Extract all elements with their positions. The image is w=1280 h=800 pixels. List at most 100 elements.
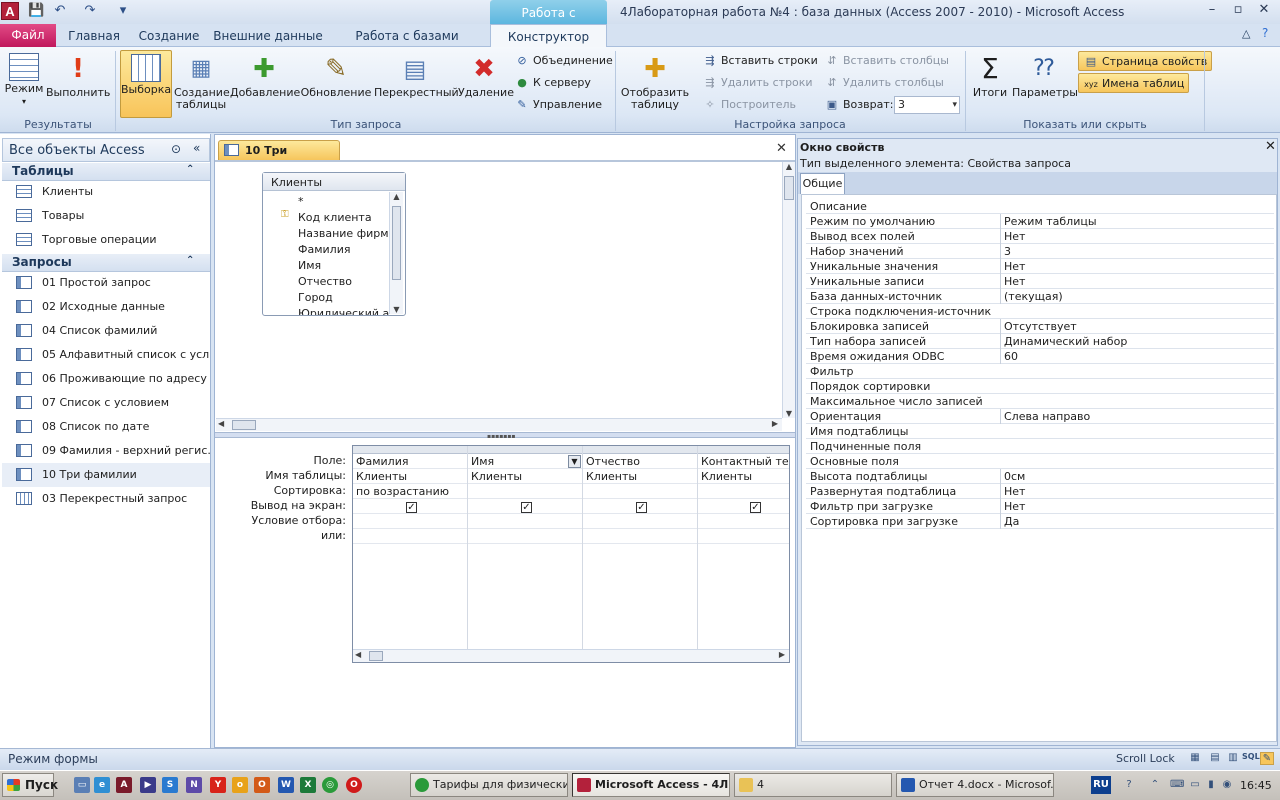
property-value[interactable]: Нет	[1000, 259, 1274, 274]
field-item[interactable]: Фамилия	[298, 243, 350, 256]
nav-pane-header[interactable]: Все объекты Access ⊙ «	[2, 138, 210, 162]
column-selector[interactable]	[353, 446, 467, 454]
nav-section-tables[interactable]: Таблицы ⌃	[2, 163, 210, 181]
ok-icon[interactable]: o	[232, 777, 248, 793]
document-tab[interactable]: 10 Три фамилии	[218, 140, 340, 176]
property-row[interactable]: Описание	[806, 199, 1274, 214]
grid-cell-criteria[interactable]	[468, 514, 582, 529]
media-player-icon[interactable]: ▶	[140, 777, 156, 793]
help-icon[interactable]: ?	[1122, 778, 1136, 792]
tab-general[interactable]: Общие	[800, 173, 845, 194]
taskbar-task-chrome[interactable]: Тарифы для физически...	[410, 773, 568, 797]
append-query-button[interactable]: ✚ Добавление	[230, 50, 300, 118]
grid-column[interactable]: Фамилия Клиенты по возрастанию ✓	[353, 446, 468, 649]
nav-query-item[interactable]: 02 Исходные данные	[2, 295, 210, 319]
chrome-icon[interactable]: ◎	[322, 777, 338, 793]
field-item[interactable]: Имя	[298, 259, 321, 272]
grid-cell-table[interactable]: Клиенты	[468, 469, 582, 484]
column-selector[interactable]	[583, 446, 697, 454]
access-quicklaunch-icon[interactable]: A	[116, 777, 132, 793]
outlook-express-icon[interactable]: O	[254, 777, 270, 793]
taskbar-task-word[interactable]: Отчет 4.docx - Microsof...	[896, 773, 1054, 797]
undo-icon[interactable]: ↶	[52, 3, 68, 19]
property-value[interactable]: (текущая)	[1000, 289, 1274, 304]
nav-query-item[interactable]: 07 Список с условием	[2, 391, 210, 415]
field-list-scrollbar[interactable]: ▲ ▼	[389, 192, 403, 314]
property-row[interactable]: База данных-источник (текущая)	[806, 289, 1274, 304]
grid-cell-table[interactable]: Клиенты	[698, 469, 789, 484]
property-value[interactable]: Слева направо	[1000, 409, 1274, 424]
scroll-thumb[interactable]	[232, 420, 256, 430]
grid-cell-table[interactable]: Клиенты	[353, 469, 467, 484]
show-checkbox[interactable]: ✓	[406, 502, 417, 513]
delete-rows-button[interactable]: ⇶ Удалить строки	[702, 73, 812, 93]
table-pane-vertical-scrollbar[interactable]: ▲ ▼	[782, 162, 795, 418]
property-value[interactable]: 0см	[1000, 469, 1274, 484]
property-row[interactable]: Уникальные значения Нет	[806, 259, 1274, 274]
save-icon[interactable]: 💾	[28, 3, 44, 19]
builder-button[interactable]: ✧ Построитель	[702, 95, 796, 115]
table-names-button[interactable]: xyz Имена таблиц	[1078, 73, 1190, 93]
grid-cell-or[interactable]	[353, 529, 467, 544]
nav-query-item[interactable]: 05 Алфавитный список с усл...	[2, 343, 210, 367]
property-row[interactable]: Сортировка при загрузке Да	[806, 514, 1274, 529]
word-icon[interactable]: W	[278, 777, 294, 793]
property-row[interactable]: Порядок сортировки	[806, 379, 1274, 394]
grid-cell-show[interactable]: ✓	[698, 499, 789, 514]
field-item[interactable]: Юридический адрес	[298, 307, 389, 315]
property-row[interactable]: Ориентация Слева направо	[806, 409, 1274, 424]
insert-columns-button[interactable]: ⇵ Вставить столбцы	[824, 51, 949, 71]
property-value[interactable]: 3	[1000, 244, 1274, 259]
datasheet-view-icon[interactable]: ▦	[1188, 752, 1202, 765]
minimize-button[interactable]: –	[1200, 1, 1224, 21]
nav-query-item-selected[interactable]: 10 Три фамилии	[2, 463, 210, 487]
delete-query-button[interactable]: ✖ Удаление	[458, 50, 514, 118]
property-row[interactable]: Максимальное число записей	[806, 394, 1274, 409]
field-item[interactable]: *	[298, 195, 304, 208]
close-document-icon[interactable]: ✕	[776, 141, 787, 156]
show-table-button[interactable]: ✚ Отобразить таблицу	[620, 50, 690, 118]
field-item[interactable]: Код клиента	[298, 211, 372, 224]
grid-column[interactable]: Отчество Клиенты ✓	[583, 446, 698, 649]
keyboard-icon[interactable]: ⌨	[1170, 778, 1184, 792]
grid-cell-field[interactable]: Отчество	[583, 454, 697, 469]
field-item[interactable]: Отчество	[298, 275, 352, 288]
view-button[interactable]: Режим ▾	[4, 50, 44, 118]
grid-cell-field[interactable]: Контактный телефон	[698, 454, 789, 469]
property-value[interactable]: 60	[1000, 349, 1274, 364]
close-property-sheet-icon[interactable]: ✕	[1265, 139, 1276, 154]
chevron-down-icon[interactable]: ▾	[952, 97, 957, 113]
tab-designer[interactable]: Конструктор	[490, 24, 607, 48]
nav-section-queries[interactable]: Запросы ⌃	[2, 254, 210, 272]
union-query-button[interactable]: ⊘ Объединение	[514, 51, 612, 71]
scroll-thumb[interactable]	[369, 651, 383, 661]
pivot-table-view-icon[interactable]: ▤	[1208, 752, 1222, 765]
insert-rows-button[interactable]: ⇶ Вставить строки	[702, 51, 817, 71]
internet-explorer-icon[interactable]: e	[94, 777, 110, 793]
grid-cell-criteria[interactable]	[583, 514, 697, 529]
nav-table-operations[interactable]: Торговые операции	[2, 228, 210, 252]
property-row[interactable]: Режим по умолчанию Режим таблицы	[806, 214, 1274, 229]
delete-columns-button[interactable]: ⇵ Удалить столбцы	[824, 73, 943, 93]
taskbar-task-access[interactable]: Microsoft Access - 4Л...	[572, 773, 730, 797]
return-values-combo[interactable]: 3 ▾	[894, 96, 960, 114]
data-definition-button[interactable]: ✎ Управление	[514, 95, 602, 115]
property-row[interactable]: Основные поля	[806, 454, 1274, 469]
excel-icon[interactable]: X	[300, 777, 316, 793]
show-checkbox[interactable]: ✓	[636, 502, 647, 513]
grid-cell-sort[interactable]	[698, 484, 789, 499]
access-app-icon[interactable]: A	[1, 2, 19, 20]
grid-cell-sort[interactable]	[583, 484, 697, 499]
nav-query-item[interactable]: 09 Фамилия - верхний регис...	[2, 439, 210, 463]
property-row[interactable]: Развернутая подтаблица Нет	[806, 484, 1274, 499]
nav-query-item[interactable]: 03 Перекрестный запрос	[2, 487, 210, 511]
property-row[interactable]: Набор значений 3	[806, 244, 1274, 259]
grid-cell-or[interactable]	[698, 529, 789, 544]
grid-cell-or[interactable]	[583, 529, 697, 544]
property-row[interactable]: Имя подтаблицы	[806, 424, 1274, 439]
grid-column[interactable]: Имя ▼ Клиенты ✓	[468, 446, 583, 649]
grid-column[interactable]: Контактный телефон Клиенты ✓	[698, 446, 789, 649]
design-view-icon[interactable]: ✎	[1260, 752, 1274, 765]
totals-button[interactable]: Σ Итоги	[970, 50, 1010, 118]
skype-icon[interactable]: S	[162, 777, 178, 793]
